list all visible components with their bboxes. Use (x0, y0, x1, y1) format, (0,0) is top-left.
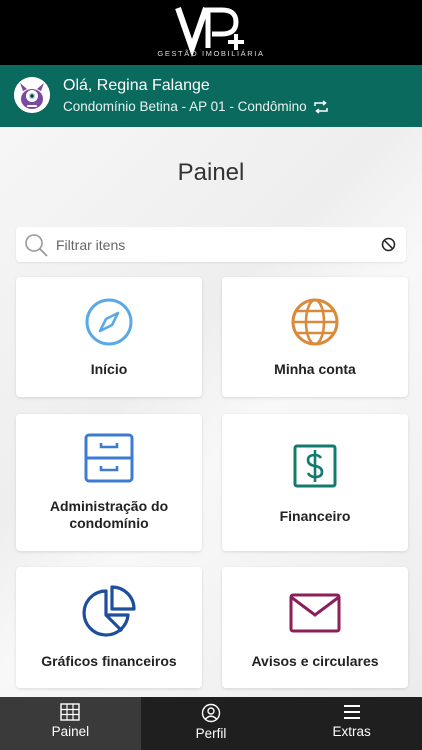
envelope-icon (289, 593, 341, 633)
search-box (16, 227, 406, 262)
bottom-navigation: Painel Perfil Extras (0, 697, 422, 750)
card-minha-conta[interactable]: Minha conta (222, 277, 408, 397)
page-title: Painel (177, 159, 245, 186)
avatar[interactable] (14, 77, 50, 113)
switch-icon[interactable] (313, 99, 329, 114)
nav-perfil[interactable]: Perfil (141, 697, 282, 750)
user-bar: Olá, Regina Falange Condomínio Betina - … (0, 65, 422, 127)
card-label: Gráficos financeiros (41, 653, 177, 669)
clear-filter-icon[interactable] (381, 237, 396, 252)
card-label: Financeiro (279, 508, 351, 524)
nav-label: Extras (332, 724, 371, 739)
pie-chart-icon (82, 585, 136, 637)
app-header: GESTÃO IMOBILIÁRIA (0, 0, 422, 65)
search-input[interactable] (56, 227, 376, 262)
card-administracao[interactable]: Administração do condomínio (16, 414, 202, 551)
monster-avatar-icon (14, 77, 50, 113)
card-label: Avisos e circulares (251, 653, 379, 669)
brand-tagline: GESTÃO IMOBILIÁRIA (157, 49, 265, 58)
search-icon (25, 234, 48, 257)
cabinet-icon (84, 433, 134, 483)
menu-icon (343, 705, 360, 719)
card-avisos[interactable]: Avisos e circulares (222, 567, 408, 688)
card-graficos[interactable]: Gráficos financeiros (16, 567, 202, 688)
unit-switcher[interactable]: Condomínio Betina - AP 01 - Condômino (63, 99, 329, 114)
nav-painel[interactable]: Painel (0, 697, 141, 750)
main-content: Painel Início (0, 127, 422, 697)
dollar-icon (293, 444, 337, 488)
compass-icon (85, 298, 133, 346)
nav-label: Perfil (195, 726, 227, 741)
card-label: Administração do condomínio (49, 498, 169, 531)
grid-icon (60, 703, 81, 721)
unit-label: Condomínio Betina - AP 01 - Condômino (63, 99, 307, 114)
globe-icon (291, 298, 339, 346)
card-financeiro[interactable]: Financeiro (222, 414, 408, 551)
card-label: Minha conta (274, 361, 356, 377)
card-label: Início (90, 361, 128, 377)
nav-label: Painel (51, 724, 90, 739)
card-inicio[interactable]: Início (16, 277, 202, 397)
user-greeting: Olá, Regina Falange (63, 77, 210, 94)
nav-extras[interactable]: Extras (281, 697, 422, 750)
user-circle-icon (201, 703, 221, 723)
